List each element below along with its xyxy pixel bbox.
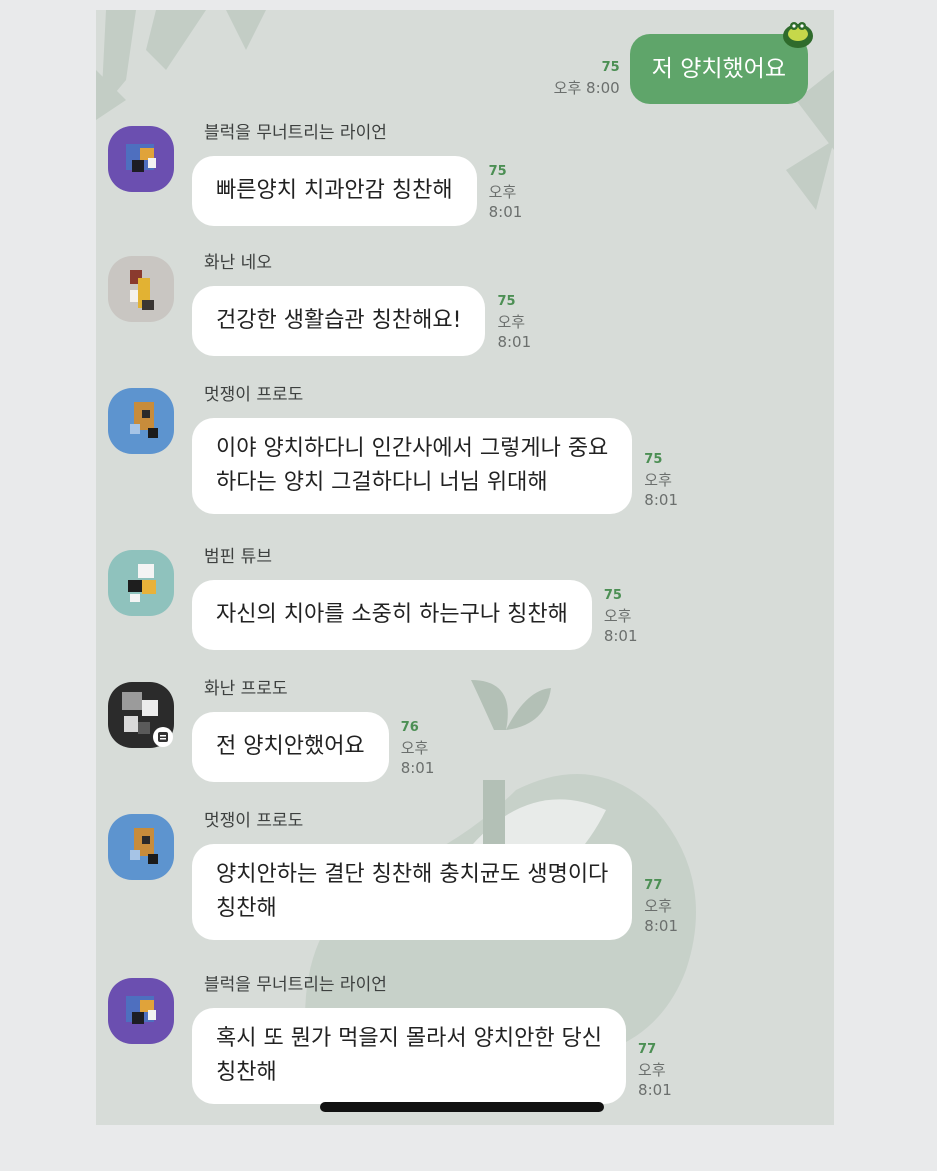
- message-meta: 77 오후 8:01: [638, 1040, 672, 1100]
- message-text: 건강한 생활습관 칭찬해요!: [216, 308, 462, 333]
- message-meta: 77 오후 8:01: [644, 876, 678, 936]
- message-meta: 75 오후 8:01: [644, 450, 678, 510]
- message-text: 빠른양치 치과안감 칭찬해: [216, 178, 453, 203]
- message-meta: 75 오후 8:01: [489, 162, 523, 222]
- message-bubble[interactable]: 양치안하는 결단 칭찬해 충치균도 생명이다 칭찬해: [192, 844, 633, 940]
- message-meta: 75 오후 8:01: [604, 586, 638, 646]
- home-indicator[interactable]: [320, 1102, 604, 1112]
- message-text: 양치안하는 결단 칭찬해 충치균도 생명이다: [216, 862, 609, 887]
- sender-name: 화난 네오: [204, 253, 272, 273]
- read-count: 76: [400, 720, 419, 735]
- message-time: 오후 8:01: [400, 739, 435, 777]
- message-bubble[interactable]: 전 양치안했어요: [192, 712, 389, 782]
- message-time: 오후 8:01: [497, 313, 532, 351]
- message-time: 오후 8:01: [638, 1061, 672, 1099]
- sender-name: 블럭을 무너트리는 라이언: [204, 123, 387, 143]
- chat-badge-icon: [153, 727, 173, 747]
- message-text: 칭찬해: [216, 896, 277, 921]
- message-bubble[interactable]: 자신의 치아를 소중히 하는구나 칭찬해: [192, 580, 592, 650]
- sender-name: 멋쟁이 프로도: [204, 811, 304, 831]
- message-text: 전 양치안했어요: [216, 734, 365, 759]
- message-text: 이야 양치하다니 인간사에서 그렇게나 중요: [216, 436, 609, 461]
- message-bubble[interactable]: 빠른양치 치과안감 칭찬해: [192, 156, 477, 226]
- sent-message-meta: 75 오후 8:00: [554, 58, 620, 98]
- message-text: 혹시 또 뭔가 먹을지 몰라서 양치안한 당신: [216, 1026, 603, 1051]
- avatar[interactable]: [108, 256, 174, 322]
- sender-name: 범핀 튜브: [204, 547, 272, 567]
- message-time: 오후 8:00: [553, 79, 620, 97]
- sender-name: 블럭을 무너트리는 라이언: [204, 975, 387, 995]
- message-time: 오후 8:01: [603, 607, 638, 645]
- message-text: 하다는 양치 그걸하다니 너님 위대해: [216, 470, 548, 495]
- read-count: 75: [601, 60, 620, 75]
- avatar[interactable]: [108, 814, 174, 880]
- avatar[interactable]: [108, 978, 174, 1044]
- message-bubble[interactable]: 혹시 또 뭔가 먹을지 몰라서 양치안한 당신 칭찬해: [192, 1008, 627, 1104]
- message-meta: 76 오후 8:01: [401, 718, 435, 778]
- message-time: 오후 8:01: [644, 471, 678, 509]
- read-count: 75: [644, 452, 663, 467]
- message-time: 오후 8:01: [488, 183, 523, 221]
- message-meta: 75 오후 8:01: [497, 292, 531, 352]
- message-bubble[interactable]: 건강한 생활습관 칭찬해요!: [192, 286, 486, 356]
- sender-name: 화난 프로도: [204, 679, 288, 699]
- read-count: 75: [488, 164, 507, 179]
- sender-name: 멋쟁이 프로도: [204, 385, 304, 405]
- avatar[interactable]: [108, 388, 174, 454]
- read-count: 75: [603, 588, 622, 603]
- avatar[interactable]: [108, 126, 174, 192]
- message-text: 자신의 치아를 소중히 하는구나 칭찬해: [216, 602, 568, 627]
- message-bubble[interactable]: 이야 양치하다니 인간사에서 그렇게나 중요 하다는 양치 그걸하다니 너님 위…: [192, 418, 633, 514]
- avatar[interactable]: [108, 550, 174, 616]
- sent-message: 75 오후 8:00 저 양치했어요: [554, 34, 808, 104]
- read-count: 75: [497, 294, 516, 309]
- read-count: 77: [638, 1042, 657, 1057]
- message-text: 칭찬해: [216, 1060, 277, 1085]
- chat-screen: 75 오후 8:00 저 양치했어요 블럭을 무너트리는 라이언 빠른양치 치과…: [96, 10, 834, 1125]
- message-time: 오후 8:01: [644, 897, 678, 935]
- turtle-sticker-icon: [783, 22, 813, 48]
- read-count: 77: [644, 878, 663, 893]
